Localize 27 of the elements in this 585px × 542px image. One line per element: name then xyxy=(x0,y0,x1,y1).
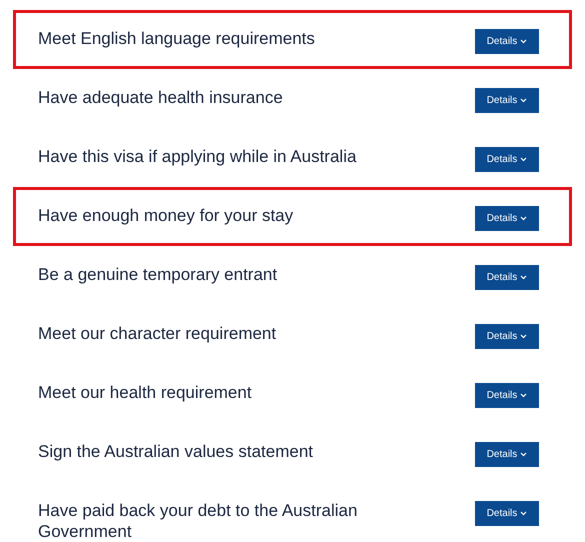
requirement-title: Have this visa if applying while in Australia xyxy=(38,146,356,167)
details-button[interactable]: Details xyxy=(475,88,539,113)
details-button[interactable]: Details xyxy=(475,29,539,54)
requirement-title: Have paid back your debt to the Australian Government xyxy=(38,500,358,542)
chevron-down-icon xyxy=(520,334,528,339)
details-button[interactable]: Details xyxy=(475,265,539,290)
requirement-title: Meet our character requirement xyxy=(38,323,276,344)
requirement-title: Meet English language requirements xyxy=(38,28,315,49)
details-button[interactable]: Details xyxy=(475,206,539,231)
chevron-down-icon xyxy=(520,98,528,103)
details-button[interactable]: Details xyxy=(475,442,539,467)
chevron-down-icon xyxy=(520,393,528,398)
requirement-title: Have adequate health insurance xyxy=(38,87,283,108)
chevron-down-icon xyxy=(520,157,528,162)
details-button[interactable]: Details xyxy=(475,147,539,172)
requirement-title: Meet our health requirement xyxy=(38,382,252,403)
details-button[interactable]: Details xyxy=(475,383,539,408)
details-button[interactable]: Details xyxy=(475,501,539,526)
chevron-down-icon xyxy=(520,452,528,457)
chevron-down-icon xyxy=(520,39,528,44)
chevron-down-icon xyxy=(520,275,528,280)
requirement-title: Have enough money for your stay xyxy=(38,205,294,226)
requirement-title: Sign the Australian values statement xyxy=(38,441,313,462)
requirement-title: Be a genuine temporary entrant xyxy=(38,264,278,285)
chevron-down-icon xyxy=(520,216,528,221)
details-button[interactable]: Details xyxy=(475,324,539,349)
chevron-down-icon xyxy=(520,511,528,516)
